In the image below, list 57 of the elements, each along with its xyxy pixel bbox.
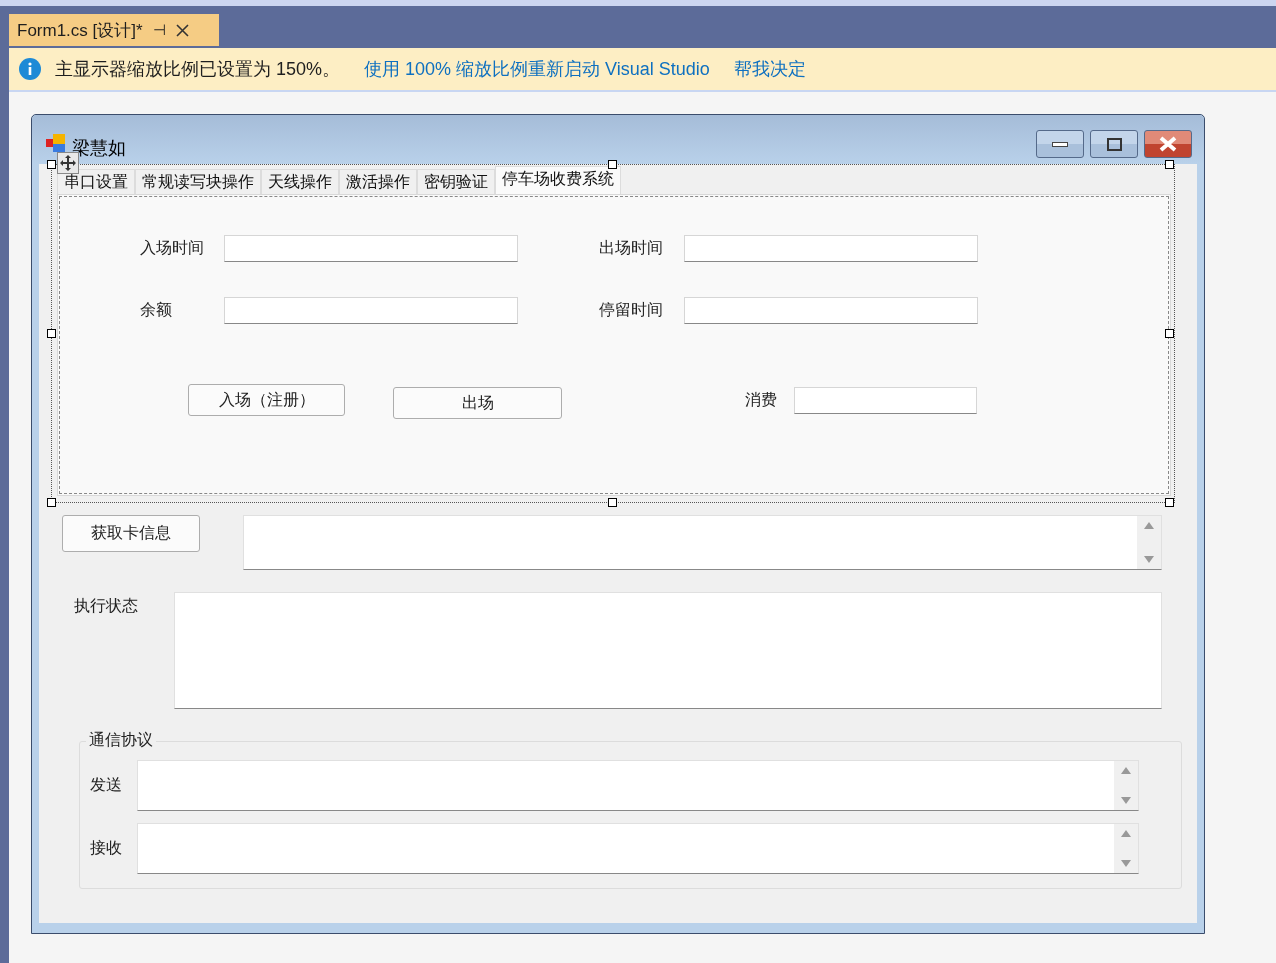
- minimize-button[interactable]: [1036, 130, 1084, 158]
- exit-button[interactable]: 出场: [393, 387, 562, 419]
- scrollbar[interactable]: [1114, 824, 1138, 873]
- scroll-down-icon[interactable]: [1121, 860, 1131, 867]
- scrollbar[interactable]: [1114, 761, 1138, 810]
- resize-handle[interactable]: [608, 498, 617, 507]
- maximize-button[interactable]: [1090, 130, 1138, 158]
- close-icon[interactable]: [175, 23, 189, 37]
- tab[interactable]: 串口设置: [57, 169, 135, 194]
- document-tab-title: Form1.cs [设计]*: [17, 19, 143, 42]
- group-title: 通信协议: [86, 730, 156, 751]
- field-label: 余额: [140, 300, 173, 321]
- document-tab[interactable]: Form1.cs [设计]* ⊣: [9, 14, 219, 46]
- status-label: 执行状态: [74, 596, 139, 617]
- tab[interactable]: 密钥验证: [417, 169, 495, 194]
- resize-handle[interactable]: [47, 498, 56, 507]
- pin-icon[interactable]: ⊣: [152, 21, 166, 39]
- scroll-up-icon[interactable]: [1144, 522, 1154, 529]
- input-field[interactable]: [794, 386, 977, 414]
- scroll-up-icon[interactable]: [1121, 830, 1131, 837]
- info-link[interactable]: 使用 100% 缩放比例重新启动 Visual Studio: [364, 57, 710, 81]
- input-field[interactable]: [224, 297, 518, 324]
- resize-handle[interactable]: [1165, 498, 1174, 507]
- resize-handle[interactable]: [1165, 160, 1174, 169]
- tab[interactable]: 激活操作: [339, 169, 417, 194]
- resize-handle[interactable]: [608, 160, 617, 169]
- maximize-icon: [1106, 137, 1122, 151]
- input-field[interactable]: [224, 235, 518, 262]
- app-icon: [46, 134, 66, 152]
- scrollbar[interactable]: [1137, 516, 1161, 569]
- scroll-down-icon[interactable]: [1144, 556, 1154, 563]
- input-field[interactable]: [684, 297, 978, 324]
- field-label: 停留时间: [599, 300, 664, 321]
- scroll-down-icon[interactable]: [1121, 797, 1131, 804]
- text-area[interactable]: [137, 823, 1139, 874]
- resize-handle[interactable]: [47, 160, 56, 169]
- field-label: 出场时间: [599, 238, 664, 259]
- field-label: 消费: [745, 389, 778, 411]
- resize-handle[interactable]: [1165, 329, 1174, 338]
- info-link[interactable]: 帮我决定: [733, 57, 806, 81]
- close-icon: [1159, 136, 1177, 152]
- scroll-up-icon[interactable]: [1121, 767, 1131, 774]
- input-field[interactable]: [684, 235, 978, 262]
- tab[interactable]: 常规读写块操作: [135, 169, 261, 194]
- close-button[interactable]: [1144, 130, 1192, 158]
- field-label: 接收: [90, 838, 123, 859]
- field-label: 发送: [90, 775, 123, 796]
- minimize-icon: [1052, 141, 1068, 147]
- tab[interactable]: 天线操作: [261, 169, 339, 194]
- entry-button[interactable]: 入场（注册）: [188, 384, 345, 416]
- text-area[interactable]: [137, 760, 1139, 811]
- field-label: 入场时间: [140, 238, 205, 259]
- resize-handle[interactable]: [47, 329, 56, 338]
- info-icon: [19, 58, 41, 80]
- info-message: 主显示器缩放比例已设置为 150%。: [55, 58, 341, 81]
- tab[interactable]: 停车场收费系统: [495, 166, 621, 194]
- get-card-info-button[interactable]: 获取卡信息: [62, 515, 200, 552]
